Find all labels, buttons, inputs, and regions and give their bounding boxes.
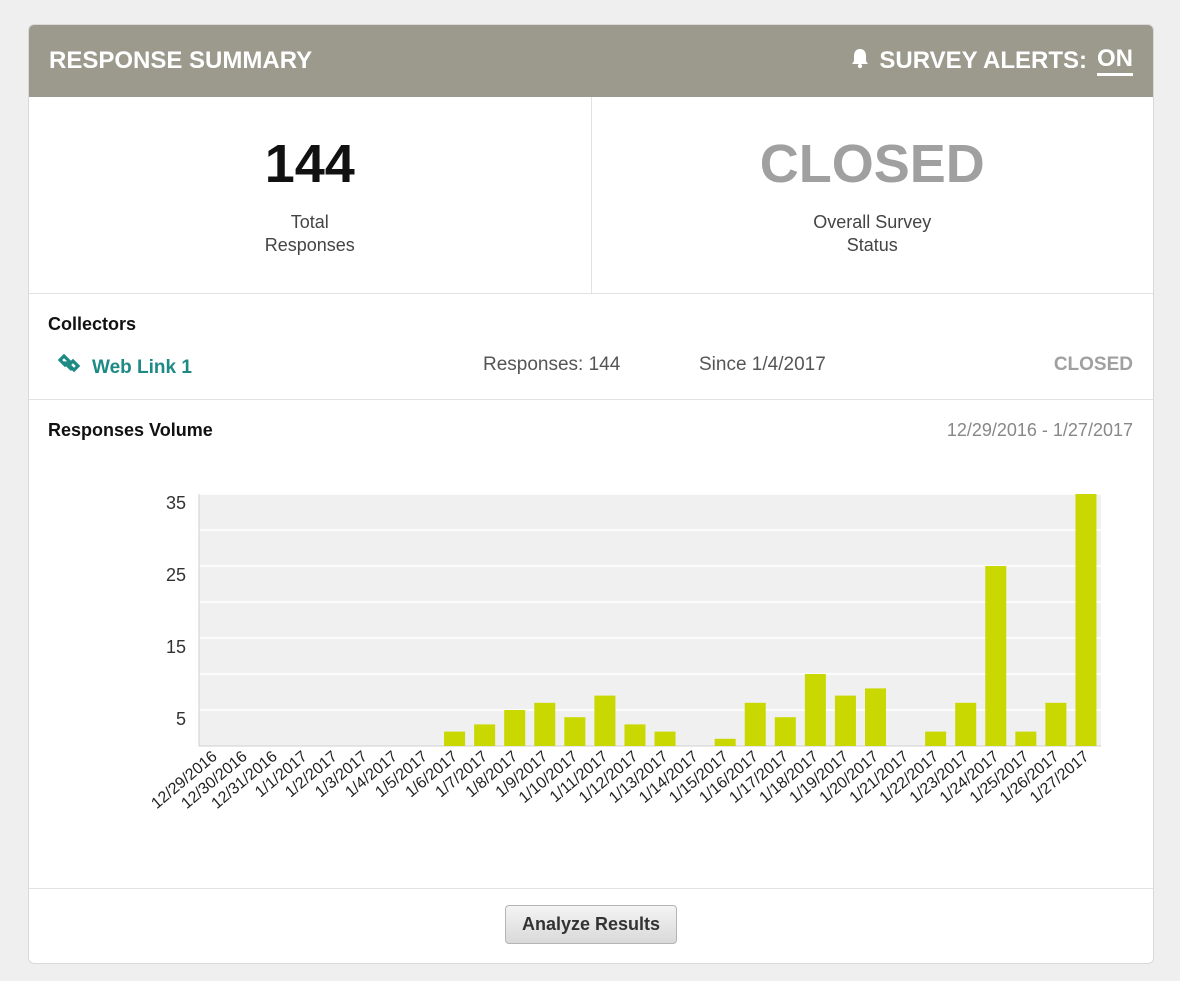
bar [1015, 731, 1037, 746]
bar [925, 731, 947, 746]
survey-alerts: SURVEY ALERTS: ON [851, 46, 1133, 76]
total-responses-stat: 144 Total Responses [29, 97, 591, 293]
collectors-section: Collectors Web Link 1 Responses: 144 Sin… [29, 294, 1153, 400]
link-icon [56, 353, 82, 382]
collector-link[interactable]: Web Link 1 [56, 353, 192, 382]
responses-volume-chart: 515253512/29/201612/30/201612/31/20161/1… [148, 493, 1101, 813]
bar [955, 702, 977, 746]
y-tick-label: 25 [166, 565, 186, 585]
total-responses-label: Total Responses [264, 212, 355, 255]
survey-alerts-label: SURVEY ALERTS: [879, 47, 1087, 74]
response-summary-panel: RESPONSE SUMMARY SURVEY ALERTS: ON 144 T… [28, 24, 1154, 964]
survey-status-value: CLOSED [759, 134, 985, 194]
bar [654, 731, 676, 746]
bar [534, 702, 556, 746]
bar [865, 688, 886, 746]
collector-since: Since 1/4/2017 [699, 354, 826, 375]
bell-icon [851, 47, 869, 75]
collector-status: CLOSED [1053, 354, 1133, 375]
stats-row: 144 Total Responses CLOSED Overall Surve… [29, 97, 1153, 294]
survey-alerts-toggle[interactable]: ON [1097, 46, 1133, 76]
panel-footer: Analyze Results [29, 889, 1153, 963]
bar [474, 724, 496, 746]
bar [564, 717, 586, 746]
bar [1045, 702, 1067, 746]
survey-status-label: Overall Survey Status [813, 212, 932, 255]
analyze-results-button[interactable]: Analyze Results [504, 904, 678, 944]
bar [444, 731, 466, 746]
bar [985, 566, 1007, 746]
collector-row: Web Link 1 Responses: 144 Since 1/4/2017… [48, 353, 1133, 382]
y-tick-label: 15 [166, 637, 186, 657]
survey-status-stat: CLOSED Overall Survey Status [590, 97, 1154, 293]
y-tick-label: 5 [176, 709, 186, 729]
collector-name: Web Link 1 [92, 357, 192, 378]
panel-title: RESPONSE SUMMARY [49, 47, 313, 74]
bar [804, 674, 826, 746]
collectors-title: Collectors [48, 314, 137, 334]
bar [1075, 494, 1097, 746]
bar [624, 724, 646, 746]
bar [504, 710, 526, 746]
total-responses-value: 144 [264, 134, 355, 194]
bar [714, 738, 736, 746]
panel-header: RESPONSE SUMMARY SURVEY ALERTS: ON [29, 25, 1153, 97]
responses-volume-section: Responses Volume 12/29/2016 - 1/27/2017 … [29, 400, 1153, 889]
collector-responses: Responses: 144 [483, 354, 621, 375]
bar [774, 717, 796, 746]
y-tick-label: 35 [166, 493, 186, 513]
bar [744, 702, 766, 746]
bar [594, 695, 616, 746]
bar [834, 695, 856, 746]
